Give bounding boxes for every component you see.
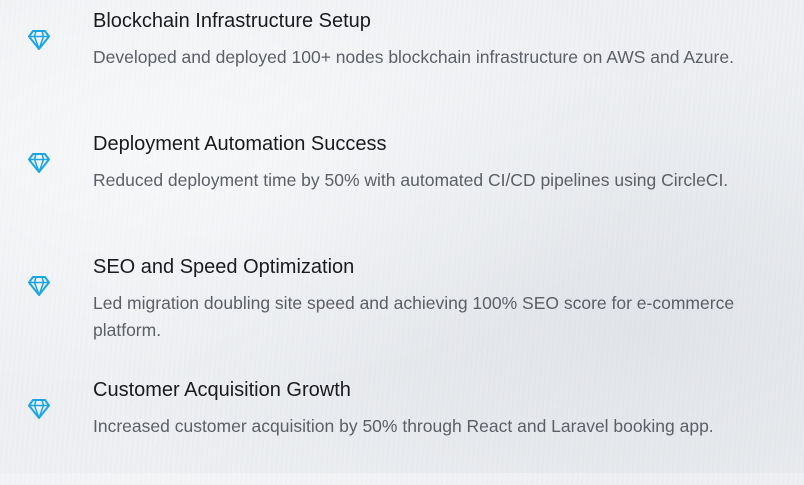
diamond-icon: [28, 276, 50, 296]
diamond-icon: [28, 30, 50, 50]
achievement-description: Increased customer acquisition by 50% th…: [93, 416, 714, 436]
achievement-title: Blockchain Infrastructure Setup: [93, 10, 371, 32]
achievement-title: SEO and Speed Optimization: [93, 256, 355, 278]
achievement-description: Reduced deployment time by 50% with auto…: [93, 170, 729, 190]
achievement-item: Deployment Automation Success Reduced de…: [0, 127, 804, 239]
achievement-description: Developed and deployed 100+ nodes blockc…: [93, 47, 734, 67]
achievement-title: Customer Acquisition Growth: [93, 379, 351, 401]
diamond-icon: [28, 399, 50, 419]
achievement-item: Customer Acquisition Growth Increased cu…: [0, 373, 804, 485]
achievement-title: Deployment Automation Success: [93, 133, 387, 155]
achievement-item: SEO and Speed Optimization Led migration…: [0, 250, 804, 362]
achievement-item: Blockchain Infrastructure Setup Develope…: [0, 4, 804, 116]
diamond-icon: [28, 153, 50, 173]
achievement-description: Led migration doubling site speed and ac…: [93, 293, 735, 340]
achievements-list: Blockchain Infrastructure Setup Develope…: [0, 0, 804, 473]
